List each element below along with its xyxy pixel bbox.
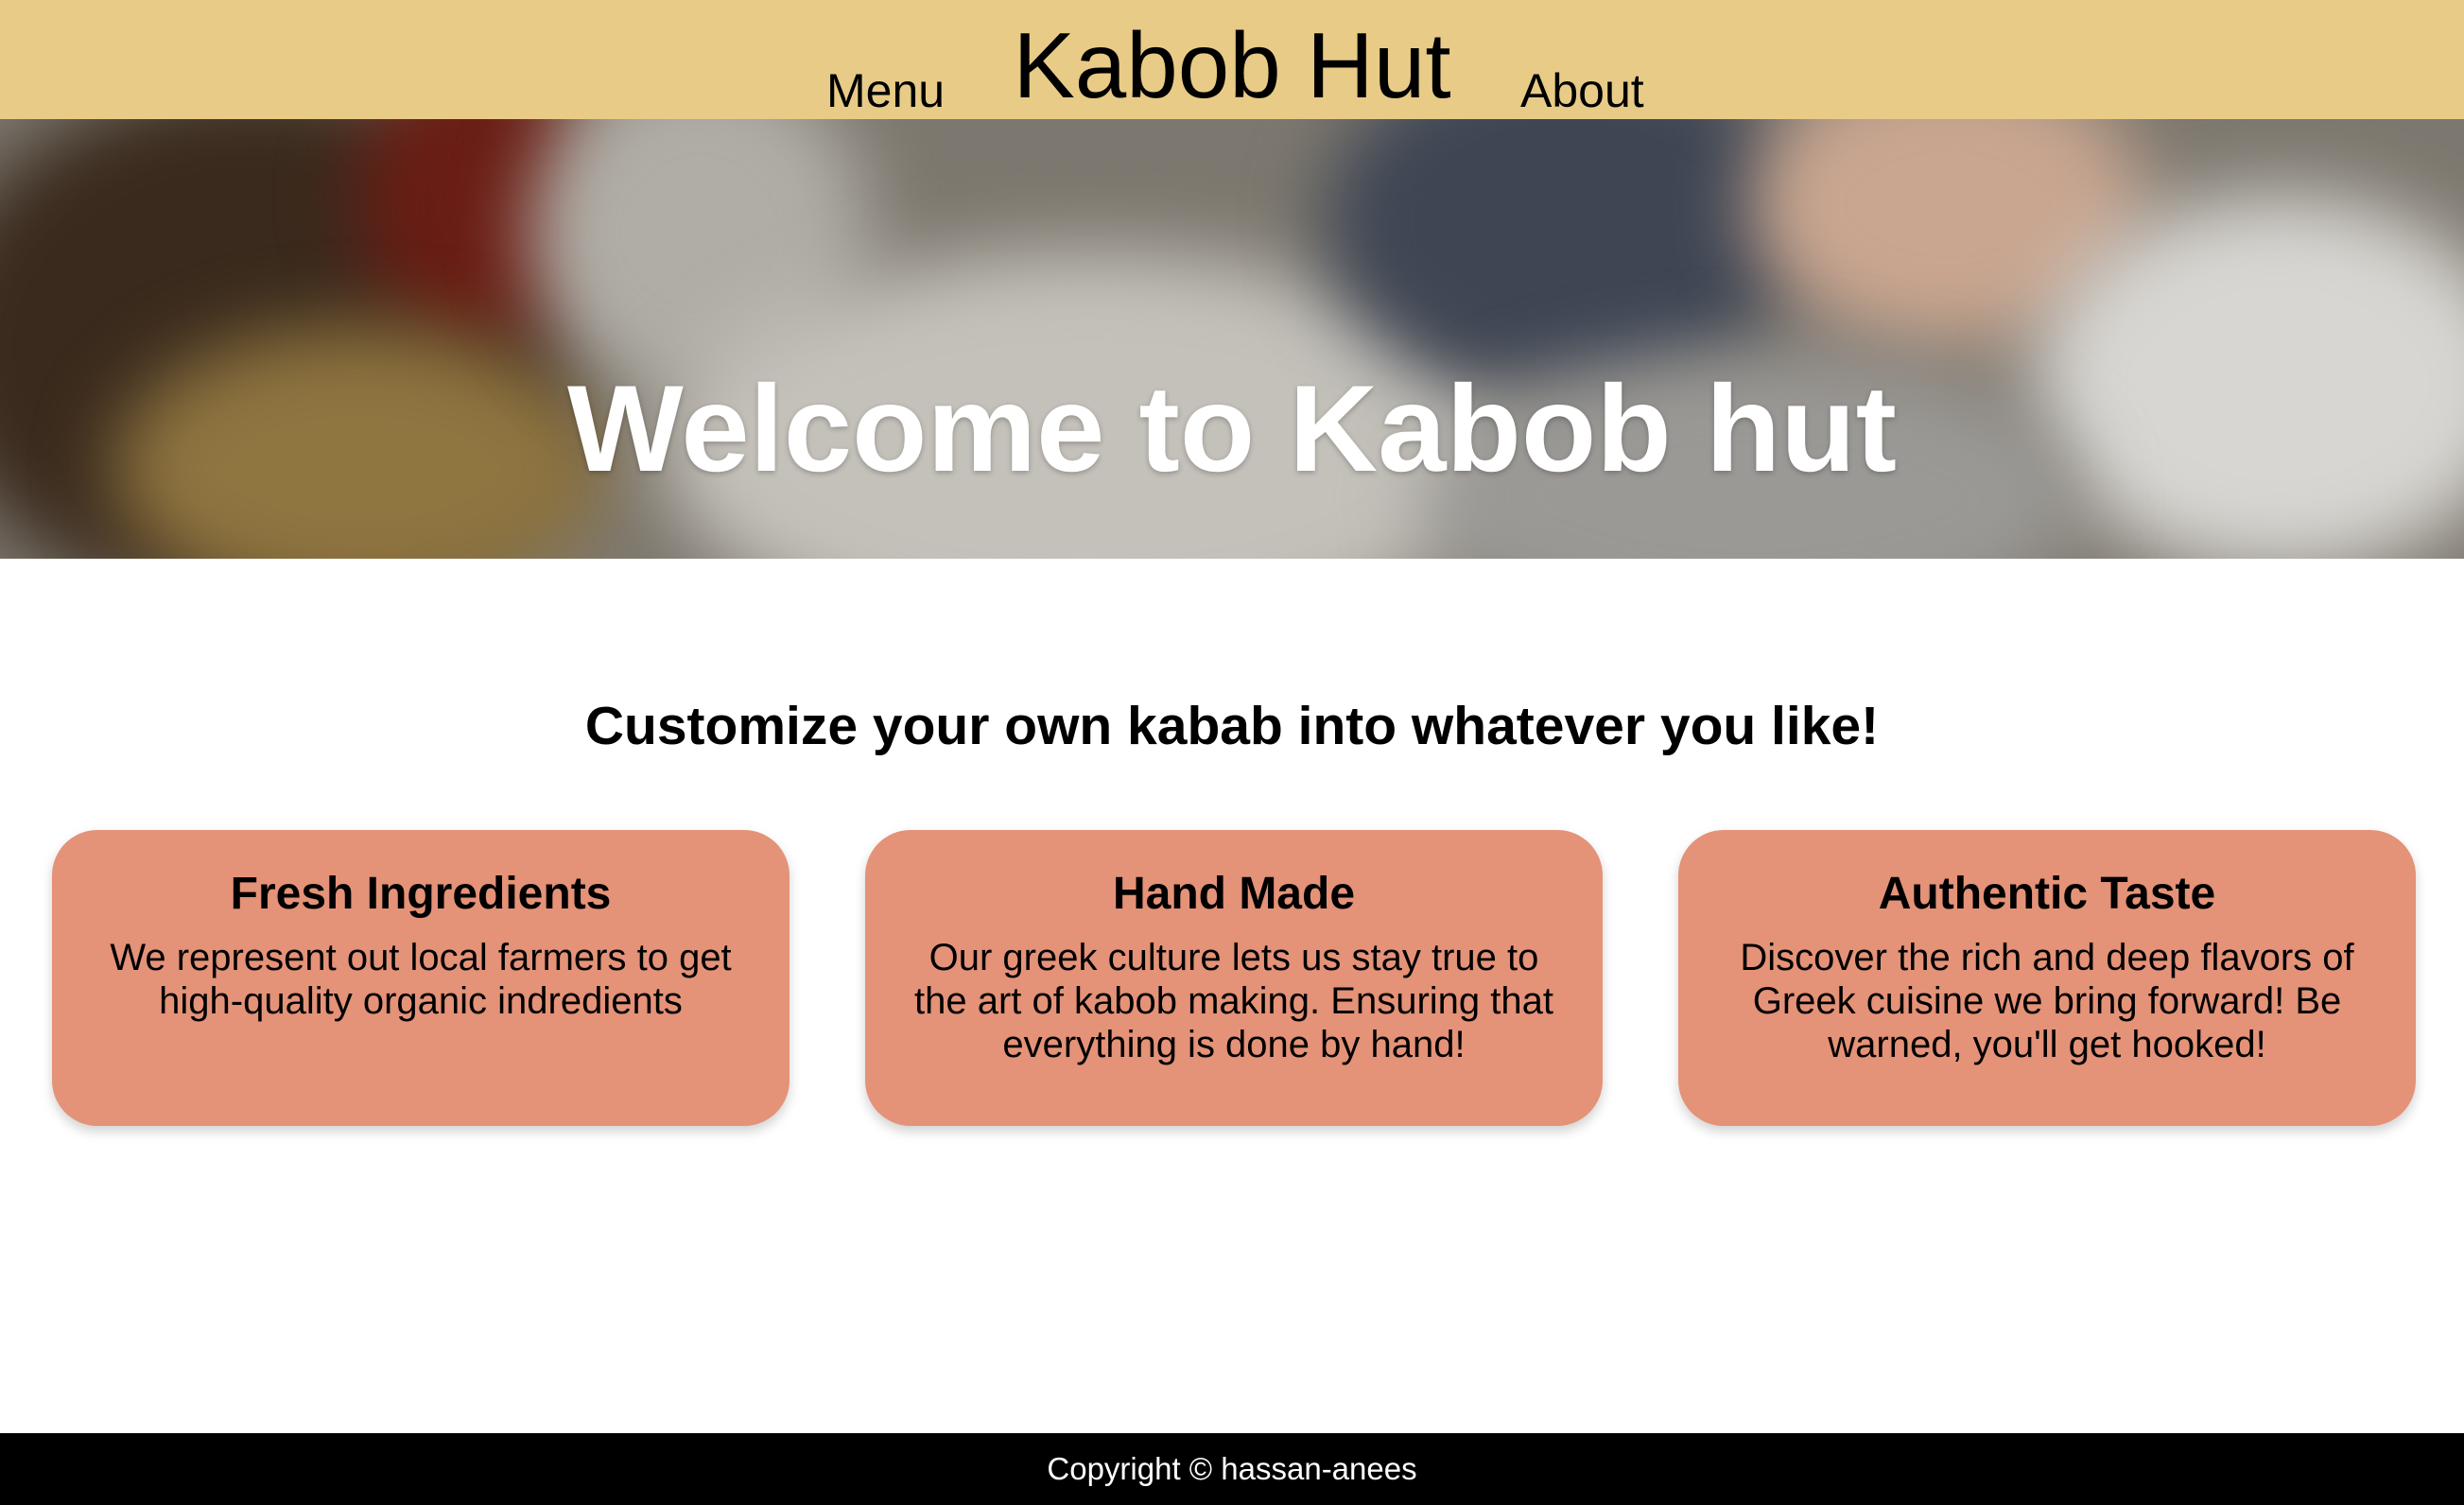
hero-banner: Welcome to Kabob hut bbox=[0, 119, 2464, 559]
site-brand-title[interactable]: Kabob Hut bbox=[0, 13, 2464, 117]
feature-card-text: We represent out local farmers to get hi… bbox=[110, 937, 732, 1022]
feature-card-text: Our greek culture lets us stay true to t… bbox=[914, 937, 1553, 1065]
feature-card-fresh-ingredients: Fresh Ingredients We represent out local… bbox=[52, 830, 790, 1126]
feature-card-text: Discover the rich and deep flavors of Gr… bbox=[1740, 937, 2354, 1065]
site-header: Menu Kabob Hut About bbox=[0, 0, 2464, 119]
nav-link-about[interactable]: About bbox=[1520, 62, 1644, 119]
feature-card-title: Hand Made bbox=[1112, 869, 1356, 919]
hero-title: Welcome to Kabob hut bbox=[567, 359, 1897, 498]
feature-card-title: Fresh Ingredients bbox=[230, 869, 612, 919]
footer-copyright: Copyright © hassan-anees bbox=[1047, 1451, 1417, 1486]
feature-card-hand-made: Hand Made Our greek culture lets us stay… bbox=[865, 830, 1603, 1126]
tagline-heading: Customize your own kabab into whatever y… bbox=[584, 696, 1880, 757]
site-footer: Copyright © hassan-anees bbox=[0, 1433, 2464, 1505]
feature-card-title: Authentic Taste bbox=[1878, 869, 2216, 919]
feature-card-authentic-taste: Authentic Taste Discover the rich and de… bbox=[1678, 830, 2416, 1126]
